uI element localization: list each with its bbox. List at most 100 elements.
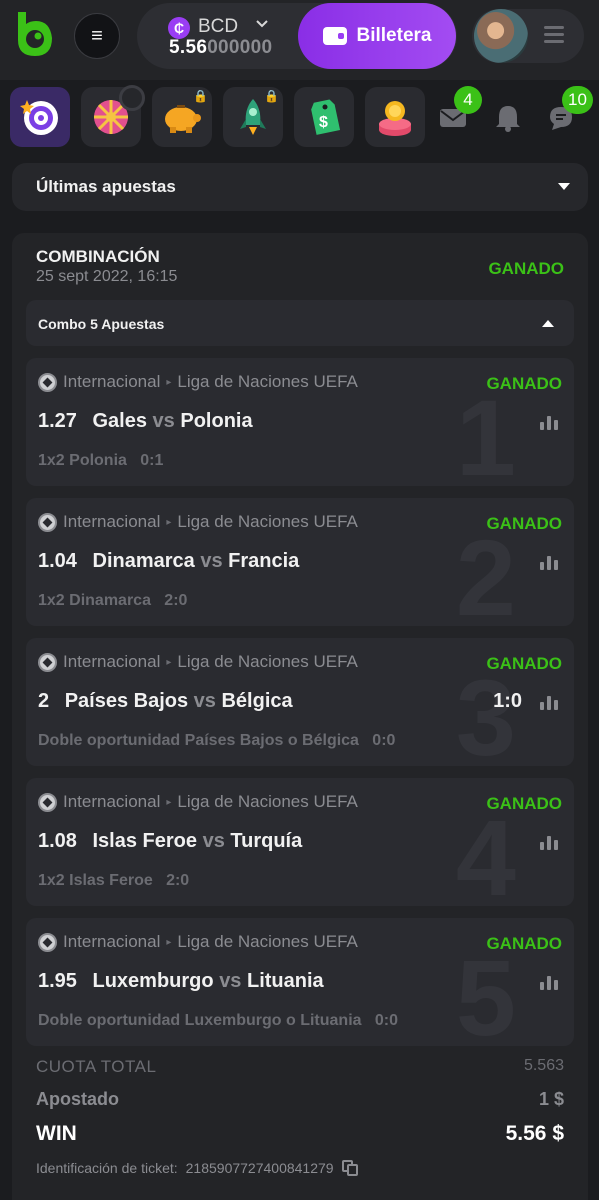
away-team: Turquía	[230, 830, 303, 852]
leg-odd: 2	[38, 690, 50, 712]
ticket-id-value: 2185907727400841279	[185, 1160, 334, 1176]
coupon-tag-tile[interactable]: $	[294, 87, 354, 147]
coupon-tag-icon: $	[311, 99, 341, 135]
stats-bars-icon[interactable]	[540, 414, 558, 430]
home-team: Luxemburgo	[92, 970, 214, 992]
league-name: Liga de Naciones UEFA	[177, 932, 358, 951]
total-odds-value: 5.563	[523, 1057, 564, 1074]
bet-league: Internacional ▸ Liga de Naciones UEFA	[38, 792, 358, 812]
notifications-button[interactable]	[493, 104, 523, 132]
vs-label: vs	[193, 690, 216, 712]
stats-bars-icon[interactable]	[540, 834, 558, 850]
match-score: 1:0	[493, 690, 522, 712]
lucky-wheel-tile[interactable]	[81, 85, 145, 147]
bet-leg: 5 Internacional ▸ Liga de Naciones UEFA …	[26, 918, 574, 1046]
bet-league: Internacional ▸ Liga de Naciones UEFA	[38, 652, 358, 672]
combo-toggle[interactable]: Combo 5 Apuestas	[26, 300, 574, 346]
progress-ring-icon	[119, 85, 145, 111]
soccer-ball-icon	[38, 932, 57, 952]
vs-label: vs	[219, 970, 242, 992]
caret-up-icon	[542, 320, 554, 327]
balance-amount-dim: 000000	[207, 37, 273, 58]
spin-target-icon	[20, 100, 58, 135]
coin-vault-tile[interactable]	[365, 87, 425, 147]
leg-status-badge: GANADO	[486, 794, 562, 813]
hamburger-icon: ≡	[91, 24, 103, 47]
away-team: Polonia	[180, 410, 253, 432]
soccer-ball-icon	[38, 792, 57, 812]
league-name: Liga de Naciones UEFA	[177, 372, 358, 391]
bcd-coin-icon: ₵	[168, 17, 190, 39]
chevron-right-icon: ▸	[166, 656, 172, 668]
copy-icon[interactable]	[341, 1160, 358, 1176]
bet-leg: 4 Internacional ▸ Liga de Naciones UEFA …	[26, 778, 574, 906]
wallet-icon	[322, 27, 347, 45]
sport-region: Internacional	[63, 792, 161, 811]
sport-region: Internacional	[63, 652, 161, 671]
league-name: Liga de Naciones UEFA	[177, 512, 358, 531]
wallet-button[interactable]: Billetera	[298, 3, 456, 69]
recent-bets-dropdown[interactable]: Últimas apuestas	[12, 163, 588, 211]
home-team: Países Bajos	[64, 690, 189, 712]
list-menu-icon[interactable]	[544, 26, 564, 44]
chat-badge: 10	[562, 86, 593, 114]
away-team: Lituania	[247, 970, 324, 992]
leg-odd: 1.08	[38, 830, 77, 852]
win-label: WIN	[36, 1122, 77, 1145]
sport-region: Internacional	[63, 512, 161, 531]
stake-value: 1 $	[538, 1089, 564, 1109]
chat-button[interactable]: 10	[546, 86, 593, 132]
bet-league: Internacional ▸ Liga de Naciones UEFA	[38, 512, 358, 532]
avatar[interactable]	[474, 9, 528, 63]
bet-leg: 1 Internacional ▸ Liga de Naciones UEFA …	[26, 358, 574, 486]
leg-status-badge: GANADO	[486, 514, 562, 533]
league-name: Liga de Naciones UEFA	[177, 652, 358, 671]
soccer-ball-icon	[38, 652, 57, 672]
away-team: Bélgica	[221, 690, 293, 712]
user-menu[interactable]	[472, 9, 584, 63]
top-header: ≡ ₵ BCD 5.56000000 Billetera	[0, 0, 599, 80]
vs-label: vs	[202, 830, 225, 852]
mail-button[interactable]: 4	[438, 86, 482, 132]
svg-text:$: $	[319, 114, 328, 131]
bet-date: 25 sept 2022, 16:15	[36, 268, 178, 285]
bet-leg-number: 2	[455, 517, 516, 627]
home-team: Islas Feroe	[92, 830, 198, 852]
leg-status-badge: GANADO	[486, 654, 562, 673]
feature-icon-bar: 🔒 🔒 $ 4 10	[0, 82, 599, 154]
piggy-bank-icon	[165, 105, 201, 133]
match-title: 1.27 Gales vs Polonia	[38, 410, 253, 433]
piggy-bank-tile[interactable]: 🔒	[152, 87, 212, 147]
match-title: 2 Países Bajos vs Bélgica	[38, 690, 293, 713]
leg-pick: Doble oportunidad Luxemburgo o Lituania …	[38, 1012, 398, 1029]
chevron-right-icon: ▸	[166, 936, 172, 948]
rocket-tile[interactable]: 🔒	[223, 87, 283, 147]
match-title: 1.95 Luxemburgo vs Lituania	[38, 970, 324, 993]
wallet-button-label: Billetera	[356, 25, 432, 46]
bet-status-badge: GANADO	[488, 259, 564, 278]
stats-bars-icon[interactable]	[540, 694, 558, 710]
stats-bars-icon[interactable]	[540, 974, 558, 990]
chevron-down-icon[interactable]	[255, 17, 269, 31]
spin-target-tile[interactable]	[10, 87, 70, 147]
bet-type-title: COMBINACIÓN	[36, 247, 160, 266]
bet-league: Internacional ▸ Liga de Naciones UEFA	[38, 932, 358, 952]
bet-detail-card: COMBINACIÓN 25 sept 2022, 16:15 GANADO C…	[12, 233, 588, 1200]
bet-leg-number: 1	[455, 377, 516, 487]
bet-leg-number: 4	[455, 797, 516, 907]
caret-down-icon	[558, 183, 570, 190]
leg-odd: 1.04	[38, 550, 77, 572]
bet-league: Internacional ▸ Liga de Naciones UEFA	[38, 372, 358, 392]
stats-bars-icon[interactable]	[540, 554, 558, 570]
rocket-icon	[240, 99, 266, 135]
menu-button[interactable]: ≡	[74, 13, 120, 59]
bc-game-logo-icon[interactable]	[14, 10, 56, 58]
soccer-ball-icon	[38, 512, 57, 532]
leg-status-badge: GANADO	[486, 934, 562, 953]
stake-label: Apostado	[36, 1089, 119, 1109]
chevron-right-icon: ▸	[166, 796, 172, 808]
chevron-right-icon: ▸	[166, 516, 172, 528]
bet-leg: 2 Internacional ▸ Liga de Naciones UEFA …	[26, 498, 574, 626]
combo-label: Combo 5 Apuestas	[38, 316, 165, 332]
ticket-id-row: Identificación de ticket: 21859077274008…	[36, 1160, 358, 1176]
